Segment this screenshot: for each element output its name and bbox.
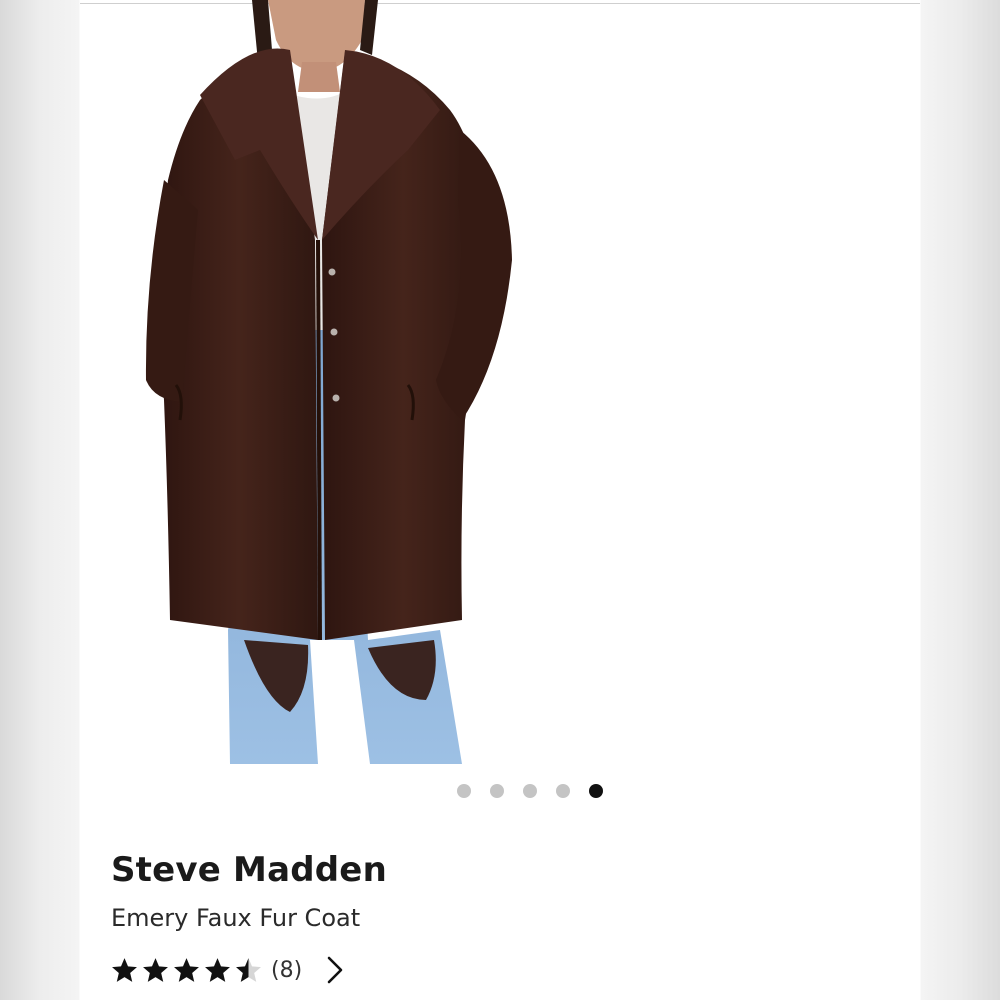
carousel-dot[interactable] [457, 784, 471, 798]
product-title: Emery Faux Fur Coat [111, 904, 361, 932]
review-count[interactable]: (8) [271, 958, 302, 983]
star-rating [110, 956, 263, 985]
star-icon [174, 957, 199, 982]
star-half-icon [236, 957, 261, 982]
carousel-dot-active[interactable] [589, 784, 603, 798]
star-icon [143, 957, 168, 982]
product-page: Steve Madden Emery Faux Fur Coat (8) [80, 0, 920, 1000]
star-icon [112, 957, 137, 982]
chevron-right-icon[interactable] [324, 954, 346, 986]
rating-summary[interactable]: (8) [110, 952, 346, 988]
carousel-dot[interactable] [490, 784, 504, 798]
carousel-dot[interactable] [523, 784, 537, 798]
image-carousel-dots [80, 784, 920, 798]
star-icon [205, 957, 230, 982]
brand-name[interactable]: Steve Madden [111, 850, 387, 890]
product-image[interactable] [140, 0, 520, 764]
carousel-dot[interactable] [556, 784, 570, 798]
